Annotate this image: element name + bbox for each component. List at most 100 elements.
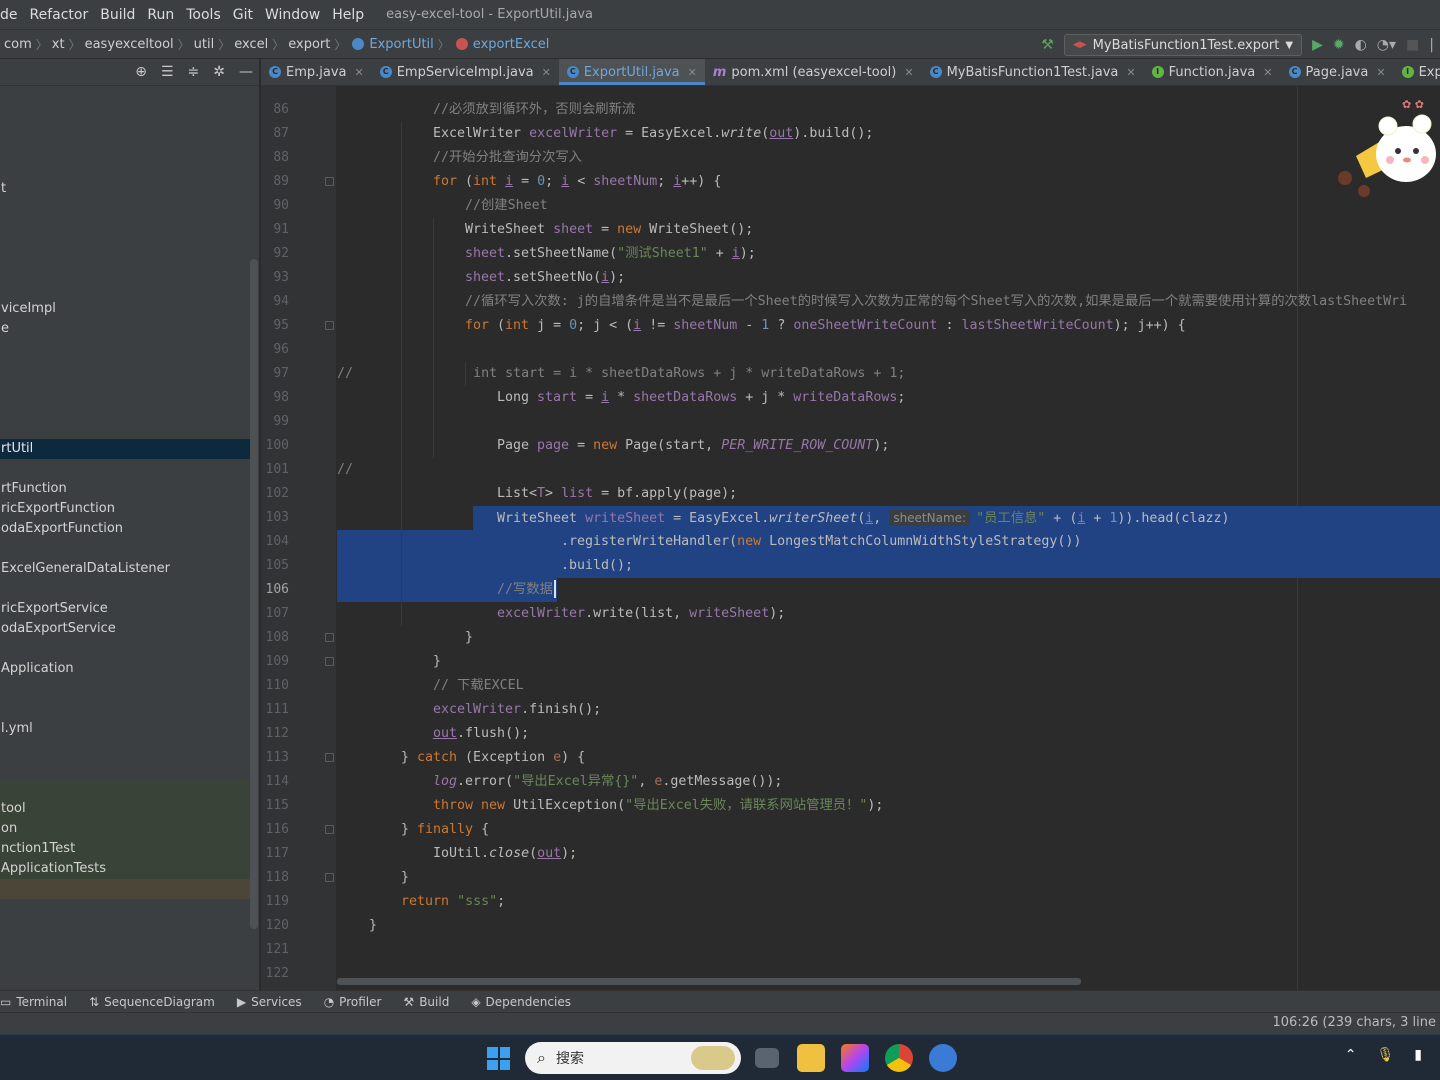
menu-item-git[interactable]: Git — [227, 7, 259, 23]
run-icon[interactable]: ▶ — [1312, 38, 1323, 52]
code-line[interactable]: 91 WriteSheet sheet = new WriteSheet(); — [261, 218, 1440, 242]
tree-item[interactable]: odaExportService — [0, 619, 250, 639]
run-configuration-select[interactable]: ◀▶ MyBatisFunction1Test.export ▼ — [1063, 34, 1303, 56]
code-line[interactable]: 116} finally { — [261, 818, 1440, 842]
code-line[interactable]: 104 .registerWriteHandler(new LongestMatc… — [261, 530, 1440, 554]
build-hammer-icon[interactable]: ⚒ — [1041, 38, 1054, 52]
taskbar-search[interactable]: ⌕ 搜索 — [525, 1042, 741, 1074]
tab-emp[interactable]: C Emp.java ✕ — [261, 59, 372, 85]
tree-item[interactable]: viceImpl — [0, 299, 250, 319]
code-line[interactable]: 112 out.flush(); — [261, 722, 1440, 746]
code-line[interactable]: 119 return "sss"; — [261, 890, 1440, 914]
fold-marker-icon[interactable] — [325, 873, 334, 882]
tab-mybatisfunction1test[interactable]: C MyBatisFunction1Test.java ✕ — [922, 59, 1144, 85]
tree-item[interactable]: ExcelGeneralDataListener — [0, 559, 250, 579]
breadcrumb-item[interactable]: xt — [50, 37, 67, 52]
breadcrumb-item[interactable]: com — [2, 37, 34, 52]
tree-item[interactable]: l.yml — [0, 719, 250, 739]
fold-marker-icon[interactable] — [325, 177, 334, 186]
expand-all-icon[interactable]: ☰ — [161, 64, 174, 80]
menu-item-tools[interactable]: Tools — [180, 7, 227, 23]
tree-item[interactable]: odaExportFunction — [0, 519, 250, 539]
close-icon[interactable]: ✕ — [904, 66, 913, 79]
more-icon[interactable]: ▮ — [1414, 1047, 1422, 1063]
windows-start-icon[interactable] — [487, 1047, 510, 1070]
code-line[interactable]: 115 throw new UtilException("导出Excel失败，请联… — [261, 794, 1440, 818]
menu-item-code[interactable]: de — [0, 7, 24, 23]
code-line[interactable]: 88 //开始分批查询分次写入 — [261, 146, 1440, 170]
profiler-tool[interactable]: ◔ Profiler — [324, 995, 382, 1009]
more-icon[interactable]: | — [1429, 38, 1434, 52]
code-line[interactable]: 92 sheet.setSheetName("测试Sheet1" + i); — [261, 242, 1440, 266]
fold-marker-icon[interactable] — [325, 321, 334, 330]
caret-position[interactable]: 106:26 (239 chars, 3 line — [1273, 1015, 1436, 1030]
code-line[interactable]: 89 for (int i = 0; i < sheetNum; i++) { — [261, 170, 1440, 194]
tab-empserviceimpl[interactable]: C EmpServiceImpl.java ✕ — [372, 59, 559, 85]
fold-marker-icon[interactable] — [325, 825, 334, 834]
close-icon[interactable]: ✕ — [542, 66, 551, 79]
locate-icon[interactable]: ⊕ — [135, 64, 147, 80]
code-editor[interactable]: 86 //必须放到循环外，否则会刷新流 87 ExcelWriter excelWri… — [261, 86, 1440, 990]
code-line[interactable]: 114 log.error("导出Excel异常{}", e.getMessage… — [261, 770, 1440, 794]
code-line[interactable]: 99 — [261, 410, 1440, 434]
breadcrumb-method[interactable]: exportExcel — [471, 37, 552, 52]
code-line[interactable]: 121 — [261, 938, 1440, 962]
close-icon[interactable]: ✕ — [355, 66, 364, 79]
code-line[interactable]: 117 IoUtil.close(out); — [261, 842, 1440, 866]
menu-item-help[interactable]: Help — [326, 7, 370, 23]
code-line[interactable]: 90 //创建Sheet — [261, 194, 1440, 218]
code-line[interactable]: 105 .build(); — [261, 554, 1440, 578]
menu-item-window[interactable]: Window — [259, 7, 326, 23]
fold-marker-icon[interactable] — [325, 633, 334, 642]
terminal-tool[interactable]: ▭ Terminal — [0, 995, 67, 1009]
tree-item[interactable]: tool — [0, 799, 250, 819]
code-line[interactable]: 109} — [261, 650, 1440, 674]
code-line[interactable]: 96 — [261, 338, 1440, 362]
code-line[interactable]: 98 Long start = i * sheetDataRows + j * w… — [261, 386, 1440, 410]
build-tool[interactable]: ⚒ Build — [403, 995, 449, 1009]
gear-icon[interactable]: ✲ — [213, 64, 225, 80]
code-line[interactable]: 111 excelWriter.finish(); — [261, 698, 1440, 722]
task-view-icon[interactable] — [755, 1048, 779, 1068]
fold-marker-icon[interactable] — [325, 657, 334, 666]
collapse-all-icon[interactable]: ≑ — [188, 64, 200, 80]
intellij-idea-icon[interactable] — [841, 1044, 869, 1072]
tab-pom[interactable]: m pom.xml (easyexcel-tool) ✕ — [705, 59, 922, 85]
code-line[interactable]: 110 // 下载EXCEL — [261, 674, 1440, 698]
breadcrumb-item[interactable]: util — [192, 37, 217, 52]
menu-item-run[interactable]: Run — [141, 7, 180, 23]
file-explorer-icon[interactable] — [797, 1044, 825, 1072]
tree-item-selected[interactable]: rtUtil — [0, 439, 250, 459]
menu-item-build[interactable]: Build — [94, 7, 141, 23]
tree-item[interactable]: t — [0, 179, 250, 199]
chevron-up-icon[interactable]: ⌃ — [1345, 1047, 1357, 1063]
app-icon[interactable] — [929, 1044, 957, 1072]
tree-item[interactable]: ricExportService — [0, 599, 250, 619]
tree-item[interactable]: Application — [0, 659, 250, 679]
fold-marker-icon[interactable] — [325, 753, 334, 762]
code-line[interactable]: 101 // — [261, 458, 1440, 482]
stop-icon[interactable]: ■ — [1406, 38, 1419, 52]
close-icon[interactable]: ✕ — [1126, 66, 1135, 79]
code-line[interactable]: 108} — [261, 626, 1440, 650]
code-line[interactable]: 106 //写数据 — [261, 578, 1440, 602]
coverage-icon[interactable]: ◐ — [1355, 38, 1367, 52]
hide-icon[interactable]: — — [239, 64, 253, 80]
tree-item[interactable]: ApplicationTests — [0, 859, 250, 879]
tab-page[interactable]: C Page.java ✕ — [1281, 59, 1394, 85]
code-line[interactable]: 103 WriteSheet writeSheet = EasyExcel.wri… — [261, 506, 1440, 530]
code-line[interactable]: 113} catch (Exception e) { — [261, 746, 1440, 770]
close-icon[interactable]: ✕ — [1263, 66, 1272, 79]
code-line[interactable]: 107 excelWriter.write(list, writeSheet); — [261, 602, 1440, 626]
close-icon[interactable]: ✕ — [1376, 66, 1385, 79]
code-line[interactable]: 120} — [261, 914, 1440, 938]
code-line[interactable]: 94 //循环写入次数: j的自增条件是当不是最后一个Sheet的时候写入次数为正… — [261, 290, 1440, 314]
tab-function[interactable]: I Function.java ✕ — [1144, 59, 1281, 85]
chrome-icon[interactable] — [885, 1044, 913, 1072]
tab-exportfunction[interactable]: I ExportFunctic — [1394, 59, 1440, 85]
debug-icon[interactable]: ✹ — [1333, 38, 1345, 52]
code-line[interactable]: 97 // int start = i * sheetDataRows + j *… — [261, 362, 1440, 386]
code-line[interactable]: 93 sheet.setSheetNo(i); — [261, 266, 1440, 290]
tab-exportutil[interactable]: C ExportUtil.java ✕ — [558, 59, 705, 85]
sidebar-scrollbar[interactable] — [250, 259, 258, 929]
